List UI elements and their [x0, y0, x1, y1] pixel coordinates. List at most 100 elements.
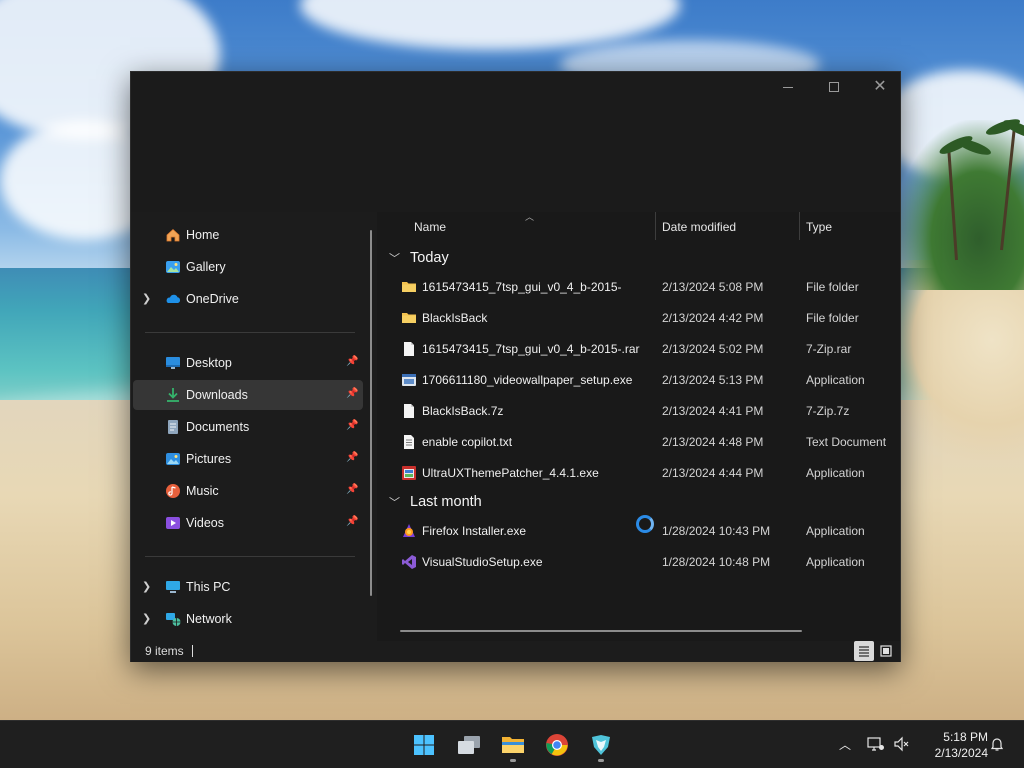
file-name: VisualStudioSetup.exe — [422, 555, 543, 569]
start-button[interactable] — [406, 727, 442, 763]
nav-item-documents[interactable]: Documents 📌 — [133, 412, 363, 442]
file-type: File folder — [806, 311, 859, 325]
file-row[interactable]: 1615473415_7tsp_gui_v0_4_b-2015- 2/13/20… — [384, 273, 902, 301]
folder-icon — [401, 279, 417, 295]
horizontal-scrollbar[interactable] — [400, 630, 802, 632]
installer-icon — [401, 372, 417, 388]
file-row[interactable]: VisualStudioSetup.exe 1/28/2024 10:48 PM… — [384, 548, 902, 576]
navigation-scrollbar[interactable] — [370, 230, 372, 596]
nav-item-videos[interactable]: Videos 📌 — [133, 508, 363, 538]
task-view-icon — [458, 736, 480, 754]
network-tray-button[interactable] — [866, 734, 886, 754]
home-icon — [165, 227, 181, 243]
running-indicator — [598, 759, 604, 762]
pin-icon[interactable]: 📌 — [346, 516, 358, 530]
group-header-label: Today — [410, 250, 449, 266]
title-bar[interactable]: ✕ — [131, 72, 900, 212]
file-row[interactable]: enable copilot.txt 2/13/2024 4:48 PM Tex… — [384, 428, 902, 456]
minimize-button[interactable] — [765, 72, 811, 102]
file-name: BlackIsBack.7z — [422, 404, 504, 418]
start-icon — [414, 735, 434, 755]
nav-item-music[interactable]: Music 📌 — [133, 476, 363, 506]
nav-item-gallery[interactable]: Gallery — [133, 252, 363, 282]
clock-date: 2/13/2024 — [934, 746, 988, 760]
column-header-name[interactable]: Name — [414, 212, 446, 242]
bell-icon — [990, 738, 1004, 751]
column-divider[interactable] — [655, 212, 656, 240]
nav-item-home[interactable]: Home — [133, 220, 363, 250]
large-icons-view-icon — [880, 645, 892, 657]
nav-item-this-pc[interactable]: ❯ This PC — [133, 572, 363, 602]
pin-icon[interactable]: 📌 — [346, 452, 358, 466]
large-icons-view-button[interactable] — [876, 641, 896, 661]
file-name: UltraUXThemePatcher_4.4.1.exe — [422, 466, 599, 480]
column-header-type[interactable]: Type — [806, 212, 832, 242]
maximize-button[interactable] — [811, 72, 857, 102]
status-divider — [192, 645, 193, 657]
group-header-last-month[interactable]: ﹀ Last month — [389, 491, 482, 513]
nav-item-network[interactable]: ❯ Network — [133, 604, 363, 634]
column-header-label: Type — [806, 220, 833, 234]
details-view-button[interactable] — [854, 641, 874, 661]
file-row[interactable]: 1706611180_videowallpaper_setup.exe 2/13… — [384, 366, 902, 394]
nav-item-label: OneDrive — [186, 292, 239, 306]
nav-item-desktop[interactable]: Desktop 📌 — [133, 348, 363, 378]
pictures-icon — [165, 451, 181, 467]
show-hidden-icons-button[interactable]: ︿ — [835, 734, 855, 754]
file-row[interactable]: UltraUXThemePatcher_4.4.1.exe 2/13/2024 … — [384, 459, 902, 487]
chevron-right-icon[interactable]: ❯ — [142, 292, 154, 306]
file-date-modified: 2/13/2024 4:42 PM — [662, 311, 764, 325]
file-explorer-taskbar-button[interactable] — [495, 727, 531, 763]
chevron-down-icon[interactable]: ﹀ — [389, 494, 403, 510]
pinned-app-taskbar-button[interactable] — [583, 727, 619, 763]
chrome-icon — [546, 734, 568, 756]
file-list: ︿ Name Date modified Type ﹀ Today 161547… — [384, 212, 902, 641]
file-explorer-icon — [502, 737, 524, 753]
file-name: enable copilot.txt — [422, 435, 513, 449]
clock[interactable]: 5:18 PM 2/13/2024 — [920, 729, 988, 761]
nav-item-downloads[interactable]: Downloads 📌 — [133, 380, 363, 410]
file-date-modified: 2/13/2024 5:13 PM — [662, 373, 764, 387]
volume-tray-button[interactable] — [892, 734, 912, 754]
file-row[interactable]: BlackIsBack 2/13/2024 4:42 PM File folde… — [384, 304, 902, 332]
nav-item-label: Videos — [186, 516, 224, 530]
nav-item-pictures[interactable]: Pictures 📌 — [133, 444, 363, 474]
this-pc-icon — [165, 579, 181, 595]
pin-icon[interactable]: 📌 — [346, 484, 358, 498]
chrome-taskbar-button[interactable] — [539, 727, 575, 763]
desktop-icon — [165, 355, 181, 371]
nav-divider — [145, 556, 355, 557]
group-header-label: Last month — [410, 494, 482, 510]
text-file-icon — [401, 434, 417, 450]
pin-icon[interactable]: 📌 — [346, 420, 358, 434]
chevron-down-icon[interactable]: ﹀ — [389, 250, 403, 266]
task-view-button[interactable] — [451, 727, 487, 763]
sort-ascending-icon: ︿ — [525, 212, 535, 222]
close-button[interactable]: ✕ — [857, 72, 903, 102]
file-name: Firefox Installer.exe — [422, 524, 527, 538]
column-header-date-modified[interactable]: Date modified — [662, 212, 736, 242]
nav-item-onedrive[interactable]: ❯ OneDrive — [133, 284, 363, 314]
pin-icon[interactable]: 📌 — [346, 356, 358, 370]
chevron-right-icon[interactable]: ❯ — [142, 580, 154, 594]
pin-icon[interactable]: 📌 — [346, 388, 358, 402]
file-date-modified: 1/28/2024 10:43 PM — [662, 524, 771, 538]
file-row[interactable]: 1615473415_7tsp_gui_v0_4_b-2015-.rar 2/1… — [384, 335, 902, 363]
notifications-button[interactable] — [987, 734, 1007, 754]
visual-studio-icon — [401, 554, 417, 570]
file-row[interactable]: BlackIsBack.7z 2/13/2024 4:41 PM 7-Zip.7… — [384, 397, 902, 425]
column-header-label: Date modified — [662, 220, 737, 234]
file-name: 1615473415_7tsp_gui_v0_4_b-2015-.rar — [422, 342, 640, 356]
maximize-icon — [829, 82, 839, 92]
file-type: Application — [806, 524, 865, 538]
group-header-today[interactable]: ﹀ Today — [389, 247, 449, 269]
gallery-icon — [165, 259, 181, 275]
chevron-right-icon[interactable]: ❯ — [142, 612, 154, 626]
busy-spinner-icon — [636, 515, 654, 533]
nav-item-label: Home — [186, 228, 220, 242]
column-divider[interactable] — [799, 212, 800, 240]
videos-icon — [165, 515, 181, 531]
onedrive-cloud-icon — [165, 291, 181, 307]
file-date-modified: 2/13/2024 5:08 PM — [662, 280, 764, 294]
patcher-app-icon — [401, 465, 417, 481]
